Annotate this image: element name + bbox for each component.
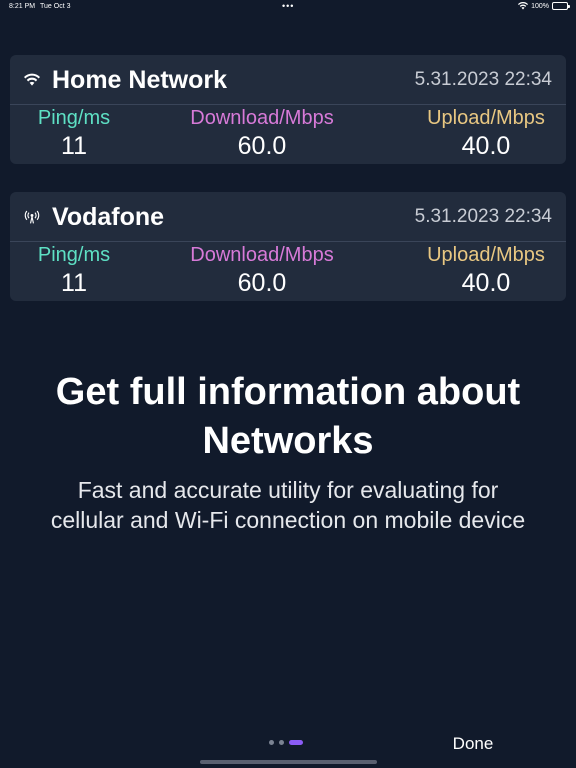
- network-timestamp: 5.31.2023 22:34: [414, 206, 552, 227]
- ping-metric: Ping/ms 11: [24, 107, 124, 161]
- battery-icon: [552, 2, 570, 10]
- wifi-icon: [24, 72, 40, 88]
- ping-value: 11: [61, 132, 87, 160]
- upload-label: Upload/Mbps: [427, 244, 545, 266]
- status-bar: 8:21 PM Tue Oct 3 ••• 100%: [0, 0, 576, 14]
- battery-percent: 100%: [531, 2, 549, 10]
- page-dot-2[interactable]: [279, 740, 284, 745]
- network-timestamp: 5.31.2023 22:34: [414, 69, 552, 90]
- network-name: Vodafone: [52, 203, 165, 231]
- card-divider: [10, 104, 566, 105]
- ping-metric: Ping/ms 11: [24, 244, 124, 298]
- ping-label: Ping/ms: [37, 107, 111, 129]
- network-card-cellular: Vodafone 5.31.2023 22:34 Ping/ms 11 Down…: [10, 192, 566, 301]
- network-name: Home Network: [52, 66, 228, 94]
- download-label: Download/Mbps: [190, 244, 334, 266]
- wifi-status-icon: [518, 2, 529, 10]
- page-indicator[interactable]: [269, 740, 303, 745]
- download-metric: Download/Mbps 60.0: [182, 107, 342, 161]
- onboarding-title: Get full information about Networks: [0, 368, 576, 466]
- card-divider: [10, 241, 566, 242]
- download-value: 60.0: [237, 132, 287, 160]
- onboarding-subtitle: Fast and accurate utility for evaluating…: [0, 475, 576, 535]
- status-date: Tue Oct 3: [40, 3, 71, 10]
- ping-value: 11: [61, 269, 87, 297]
- home-indicator[interactable]: [200, 760, 377, 764]
- status-right: 100%: [518, 2, 570, 10]
- onboarding-title-line2: Networks: [202, 420, 374, 462]
- upload-metric: Upload/Mbps 40.0: [418, 244, 554, 298]
- page-dot-3-active[interactable]: [289, 740, 303, 745]
- cellular-antenna-icon: [24, 209, 40, 225]
- upload-metric: Upload/Mbps 40.0: [418, 107, 554, 161]
- onboarding-title-line1: Get full information about: [55, 371, 521, 413]
- done-button[interactable]: Done: [440, 734, 506, 754]
- status-time: 8:21 PM: [9, 3, 36, 10]
- page-dot-1[interactable]: [269, 740, 274, 745]
- download-label: Download/Mbps: [190, 107, 334, 129]
- upload-label: Upload/Mbps: [427, 107, 545, 129]
- onboarding-subtitle-line2: cellular and Wi-Fi connection on mobile …: [50, 507, 526, 533]
- network-card-header: Home Network 5.31.2023 22:34: [10, 55, 566, 104]
- ping-label: Ping/ms: [37, 244, 111, 266]
- network-card-header: Vodafone 5.31.2023 22:34: [10, 192, 566, 241]
- network-card-home: Home Network 5.31.2023 22:34 Ping/ms 11 …: [10, 55, 566, 164]
- download-metric: Download/Mbps 60.0: [182, 244, 342, 298]
- upload-value: 40.0: [461, 269, 511, 297]
- download-value: 60.0: [237, 269, 287, 297]
- multitasking-dots[interactable]: •••: [282, 2, 294, 11]
- onboarding-subtitle-line1: Fast and accurate utility for evaluating…: [77, 477, 499, 503]
- upload-value: 40.0: [461, 132, 511, 160]
